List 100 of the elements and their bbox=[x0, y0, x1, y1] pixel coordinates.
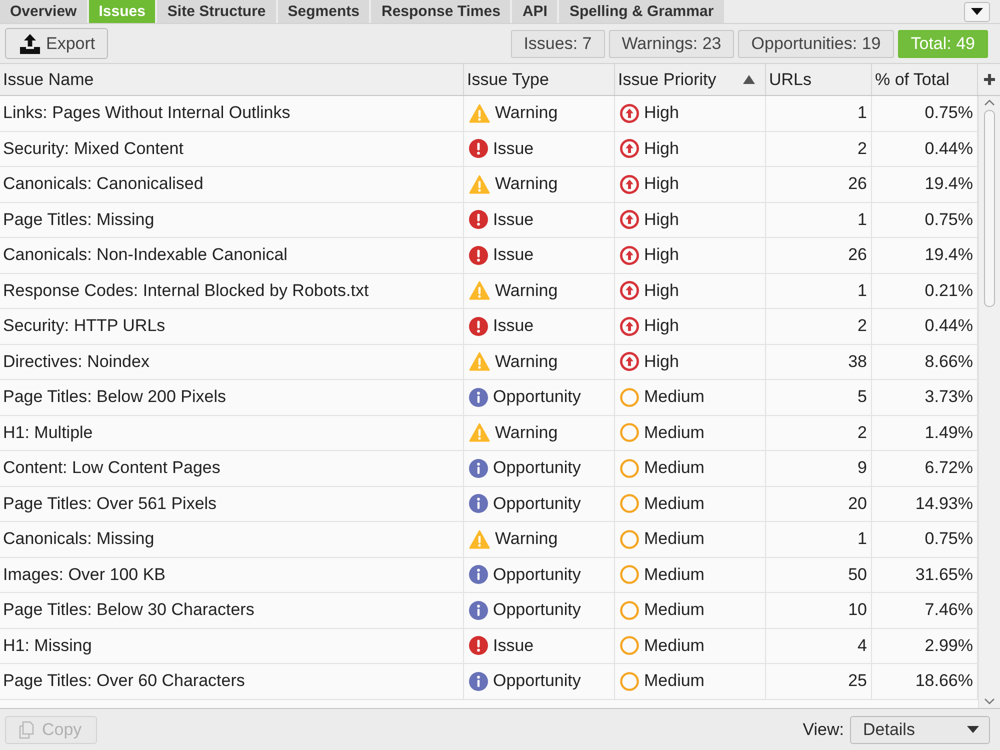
table-row[interactable]: H1: Missing Issue Medium 4 2.99% bbox=[0, 628, 978, 664]
table-row[interactable]: Directives: Noindex Warning High 38 8.66% bbox=[0, 344, 978, 380]
table-row[interactable]: H1: Multiple Warning Medium 2 1.49% bbox=[0, 416, 978, 451]
urls-cell: 4 bbox=[766, 628, 872, 663]
summary-filter[interactable]: Warnings: 23 bbox=[608, 30, 734, 58]
table-row[interactable]: Response Codes: Internal Blocked by Robots.txt Warning High 1 0.21% bbox=[0, 274, 978, 309]
view-dropdown[interactable]: Details bbox=[850, 716, 990, 744]
issue-type-text: Issue bbox=[493, 210, 534, 230]
scrollbar-thumb[interactable] bbox=[984, 110, 995, 307]
circle-icon bbox=[620, 636, 639, 656]
info-icon bbox=[469, 458, 488, 478]
issue-name-cell: H1: Multiple bbox=[0, 416, 464, 450]
issue-priority-text: Medium bbox=[644, 458, 704, 478]
exclamation-circle-icon bbox=[469, 316, 488, 336]
issue-name-cell: Page Titles: Missing bbox=[0, 202, 464, 237]
arrow-up-circle-icon bbox=[620, 139, 639, 158]
table-row[interactable]: Canonicals: Non-Indexable Canonical Issue High 26 19.4% bbox=[0, 238, 978, 274]
arrow-up-circle-icon bbox=[620, 210, 639, 230]
issue-priority-header[interactable]: Issue Priority bbox=[615, 64, 766, 95]
tab[interactable]: Spelling & Grammar bbox=[559, 0, 724, 23]
issue-name-cell: Page Titles: Over 60 Characters bbox=[0, 664, 464, 698]
caret-down-icon bbox=[967, 726, 979, 733]
table-row[interactable]: Page Titles: Missing Issue High 1 0.75% bbox=[0, 202, 978, 238]
circle-icon bbox=[620, 388, 639, 407]
info-icon bbox=[469, 600, 488, 620]
summary-filter[interactable]: Issues: 7 bbox=[510, 30, 605, 58]
copy-icon bbox=[18, 720, 36, 738]
urls-cell: 26 bbox=[766, 238, 872, 272]
issue-type-text: Issue bbox=[493, 316, 534, 336]
table-row[interactable]: Page Titles: Over 561 Pixels Opportunity Medium 20 14.93% bbox=[0, 486, 978, 522]
warning-icon bbox=[469, 174, 490, 194]
table-row[interactable]: Links: Pages Without Internal Outlinks Warning High 1 0.75% bbox=[0, 96, 978, 132]
issue-name-cell: Page Titles: Below 200 Pixels bbox=[0, 380, 464, 414]
table-row[interactable]: Canonicals: Canonicalised Warning High 26 19.4% bbox=[0, 167, 978, 202]
issue-type-header[interactable]: Issue Type bbox=[464, 64, 615, 95]
exclamation-circle-icon bbox=[469, 246, 488, 265]
urls-cell: 1 bbox=[766, 96, 872, 130]
tab[interactable]: Segments bbox=[278, 0, 370, 23]
issue-priority-text: High bbox=[644, 316, 679, 336]
issue-name-cell: Directives: Noindex bbox=[0, 344, 464, 379]
caret-down-icon bbox=[971, 8, 983, 15]
warning-icon bbox=[469, 281, 490, 300]
issue-type-text: Warning bbox=[495, 529, 558, 550]
issue-type-text: Opportunity bbox=[493, 458, 581, 478]
chevron-up-icon[interactable] bbox=[984, 99, 995, 106]
issue-priority-text: Medium bbox=[644, 671, 704, 692]
issue-name-cell: Content: Low Content Pages bbox=[0, 451, 464, 486]
urls-cell: 1 bbox=[766, 522, 872, 556]
circle-icon bbox=[620, 565, 639, 584]
table-row[interactable]: Page Titles: Over 60 Characters Opportunity Medium 25 18.66% bbox=[0, 664, 978, 700]
table-row[interactable]: Images: Over 100 KB Opportunity Medium 50 31.65% bbox=[0, 558, 978, 593]
upload-icon bbox=[20, 34, 40, 54]
issue-type-text: Warning bbox=[495, 352, 558, 372]
export-button[interactable]: Export bbox=[5, 28, 108, 59]
warning-icon bbox=[469, 530, 490, 549]
tab[interactable]: Response Times bbox=[371, 0, 510, 23]
issue-name-cell: Canonicals: Canonicalised bbox=[0, 167, 464, 202]
issue-priority-text: Medium bbox=[644, 494, 704, 514]
table-row[interactable]: Security: Mixed Content Issue High 2 0.44% bbox=[0, 132, 978, 167]
circle-icon bbox=[620, 530, 639, 549]
issue-name-header[interactable]: Issue Name bbox=[0, 64, 464, 95]
table-row[interactable]: Page Titles: Below 30 Characters Opportunity Medium 10 7.46% bbox=[0, 593, 978, 628]
urls-header[interactable]: URLs bbox=[766, 64, 872, 95]
issue-name-cell: Security: Mixed Content bbox=[0, 132, 464, 166]
summary-filter[interactable]: Opportunities: 19 bbox=[738, 30, 894, 58]
arrow-up-circle-icon bbox=[620, 316, 639, 336]
issue-priority-text: High bbox=[644, 352, 679, 372]
table-row[interactable]: Security: HTTP URLs Issue High 2 0.44% bbox=[0, 309, 978, 344]
tab[interactable]: Site Structure bbox=[157, 0, 276, 23]
exclamation-circle-icon bbox=[469, 210, 488, 230]
table-row[interactable]: Content: Low Content Pages Opportunity Medium 9 6.72% bbox=[0, 451, 978, 486]
tab[interactable]: Overview bbox=[0, 0, 87, 23]
issue-priority-text: High bbox=[644, 174, 679, 194]
tab-menu-button[interactable] bbox=[964, 2, 990, 22]
plus-icon bbox=[984, 74, 994, 85]
tab[interactable]: API bbox=[512, 0, 558, 23]
issue-priority-text: High bbox=[644, 138, 679, 159]
circle-icon bbox=[620, 672, 639, 691]
urls-cell: 5 bbox=[766, 380, 872, 414]
urls-cell: 50 bbox=[766, 558, 872, 592]
issue-priority-text: Medium bbox=[644, 600, 704, 620]
urls-cell: 26 bbox=[766, 167, 872, 202]
urls-cell: 1 bbox=[766, 274, 872, 308]
circle-icon bbox=[620, 600, 639, 620]
warning-icon bbox=[469, 352, 490, 372]
issue-type-text: Opportunity bbox=[493, 494, 581, 514]
issue-priority-text: High bbox=[644, 103, 679, 124]
issue-type-text: Warning bbox=[495, 422, 558, 443]
issue-name-cell: Page Titles: Over 561 Pixels bbox=[0, 486, 464, 521]
issue-name-cell: H1: Missing bbox=[0, 628, 464, 663]
arrow-up-circle-icon bbox=[620, 281, 639, 300]
table-row[interactable]: Page Titles: Below 200 Pixels Opportunity Medium 5 3.73% bbox=[0, 380, 978, 416]
exclamation-circle-icon bbox=[469, 636, 488, 656]
urls-cell: 38 bbox=[766, 344, 872, 379]
table-row[interactable]: Canonicals: Missing Warning Medium 1 0.75% bbox=[0, 522, 978, 558]
urls-cell: 9 bbox=[766, 451, 872, 486]
chevron-down-icon[interactable] bbox=[984, 698, 995, 705]
issue-type-text: Opportunity bbox=[493, 564, 581, 585]
issue-priority-text: High bbox=[644, 280, 679, 301]
issue-priority-text: Medium bbox=[644, 529, 704, 550]
